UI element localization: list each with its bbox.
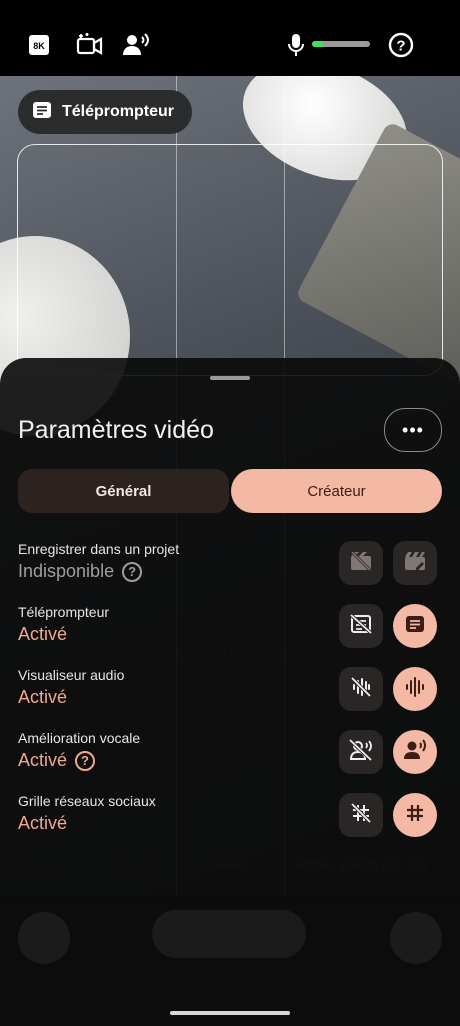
voice-enhance-on-button[interactable] — [393, 730, 437, 774]
sheet-title: Paramètres vidéo — [18, 416, 214, 444]
video-settings-sheet: Paramètres vidéo ••• Général Créateur En… — [0, 358, 460, 898]
setting-status: Activé — [18, 687, 68, 707]
teleprompter-off-button[interactable] — [339, 604, 383, 648]
grid-off-icon — [350, 802, 372, 829]
mic-icon — [281, 30, 311, 60]
gallery-button — [18, 912, 70, 964]
grid-icon — [404, 802, 426, 829]
audio-visualizer-icon — [404, 676, 426, 703]
voice-enhance-icon — [403, 738, 427, 766]
voice-enhance-icon[interactable] — [122, 30, 152, 60]
audio-level-meter — [312, 41, 370, 47]
setting-row-voice-enhance: Amélioration vocale Activé ? — [0, 730, 460, 790]
camera-top-bar: 8K ? — [0, 0, 460, 76]
tab-general[interactable]: Général — [18, 469, 229, 513]
setting-row-project: Enregistrer dans un projet Indisponible … — [0, 541, 460, 601]
teleprompter-on-button[interactable] — [393, 604, 437, 648]
setting-label: Enregistrer dans un projet — [18, 541, 180, 557]
setting-row-social-grid: Grille réseaux sociaux Activé — [0, 793, 460, 853]
grid-off-button[interactable] — [339, 793, 383, 837]
help-icon[interactable]: ? — [386, 30, 416, 60]
grid-on-button[interactable] — [393, 793, 437, 837]
home-indicator[interactable] — [170, 1011, 290, 1015]
drag-handle[interactable] — [210, 376, 250, 380]
help-icon[interactable]: ? — [122, 561, 143, 582]
teleprompter-frame[interactable] — [17, 144, 443, 376]
setting-status: Activé ? — [18, 750, 96, 771]
setting-label: Téléprompteur — [18, 604, 110, 620]
setting-row-audio-visualizer: Visualiseur audio Activé — [0, 667, 460, 727]
audio-visualizer-off-button[interactable] — [339, 667, 383, 711]
setting-row-teleprompter: Téléprompteur Activé — [0, 604, 460, 664]
setting-status: Activé — [18, 813, 68, 833]
capture-mode-switch — [152, 910, 306, 958]
teleprompter-chip[interactable]: Téléprompteur — [18, 90, 193, 134]
teleprompter-icon — [32, 101, 52, 124]
setting-status: Activé — [18, 624, 68, 644]
camera-bottom-bar — [0, 896, 460, 1026]
setting-label: Grille réseaux sociaux — [18, 793, 156, 809]
teleprompter-chip-label: Téléprompteur — [62, 103, 175, 120]
setting-label: Amélioration vocale — [18, 730, 141, 746]
camera-flip-icon[interactable] — [74, 30, 104, 60]
8k-icon[interactable]: 8K — [24, 30, 54, 60]
audio-visualizer-off-icon — [350, 676, 372, 703]
teleprompter-icon — [405, 615, 425, 638]
project-off-icon — [350, 550, 372, 576]
more-options-button[interactable]: ••• — [384, 408, 442, 452]
project-button — [393, 541, 437, 585]
tab-createur[interactable]: Créateur — [231, 469, 442, 513]
settings-button — [390, 912, 442, 964]
teleprompter-off-icon — [349, 613, 373, 639]
voice-enhance-off-button[interactable] — [339, 730, 383, 774]
audio-visualizer-on-button[interactable] — [393, 667, 437, 711]
setting-status: Indisponible ? — [18, 561, 143, 582]
project-icon — [404, 551, 426, 576]
svg-text:8K: 8K — [33, 41, 45, 51]
help-icon[interactable]: ? — [75, 750, 96, 771]
svg-text:?: ? — [396, 38, 405, 55]
voice-enhance-off-icon — [348, 738, 373, 766]
project-off-button — [339, 541, 383, 585]
setting-label: Visualiseur audio — [18, 667, 125, 683]
